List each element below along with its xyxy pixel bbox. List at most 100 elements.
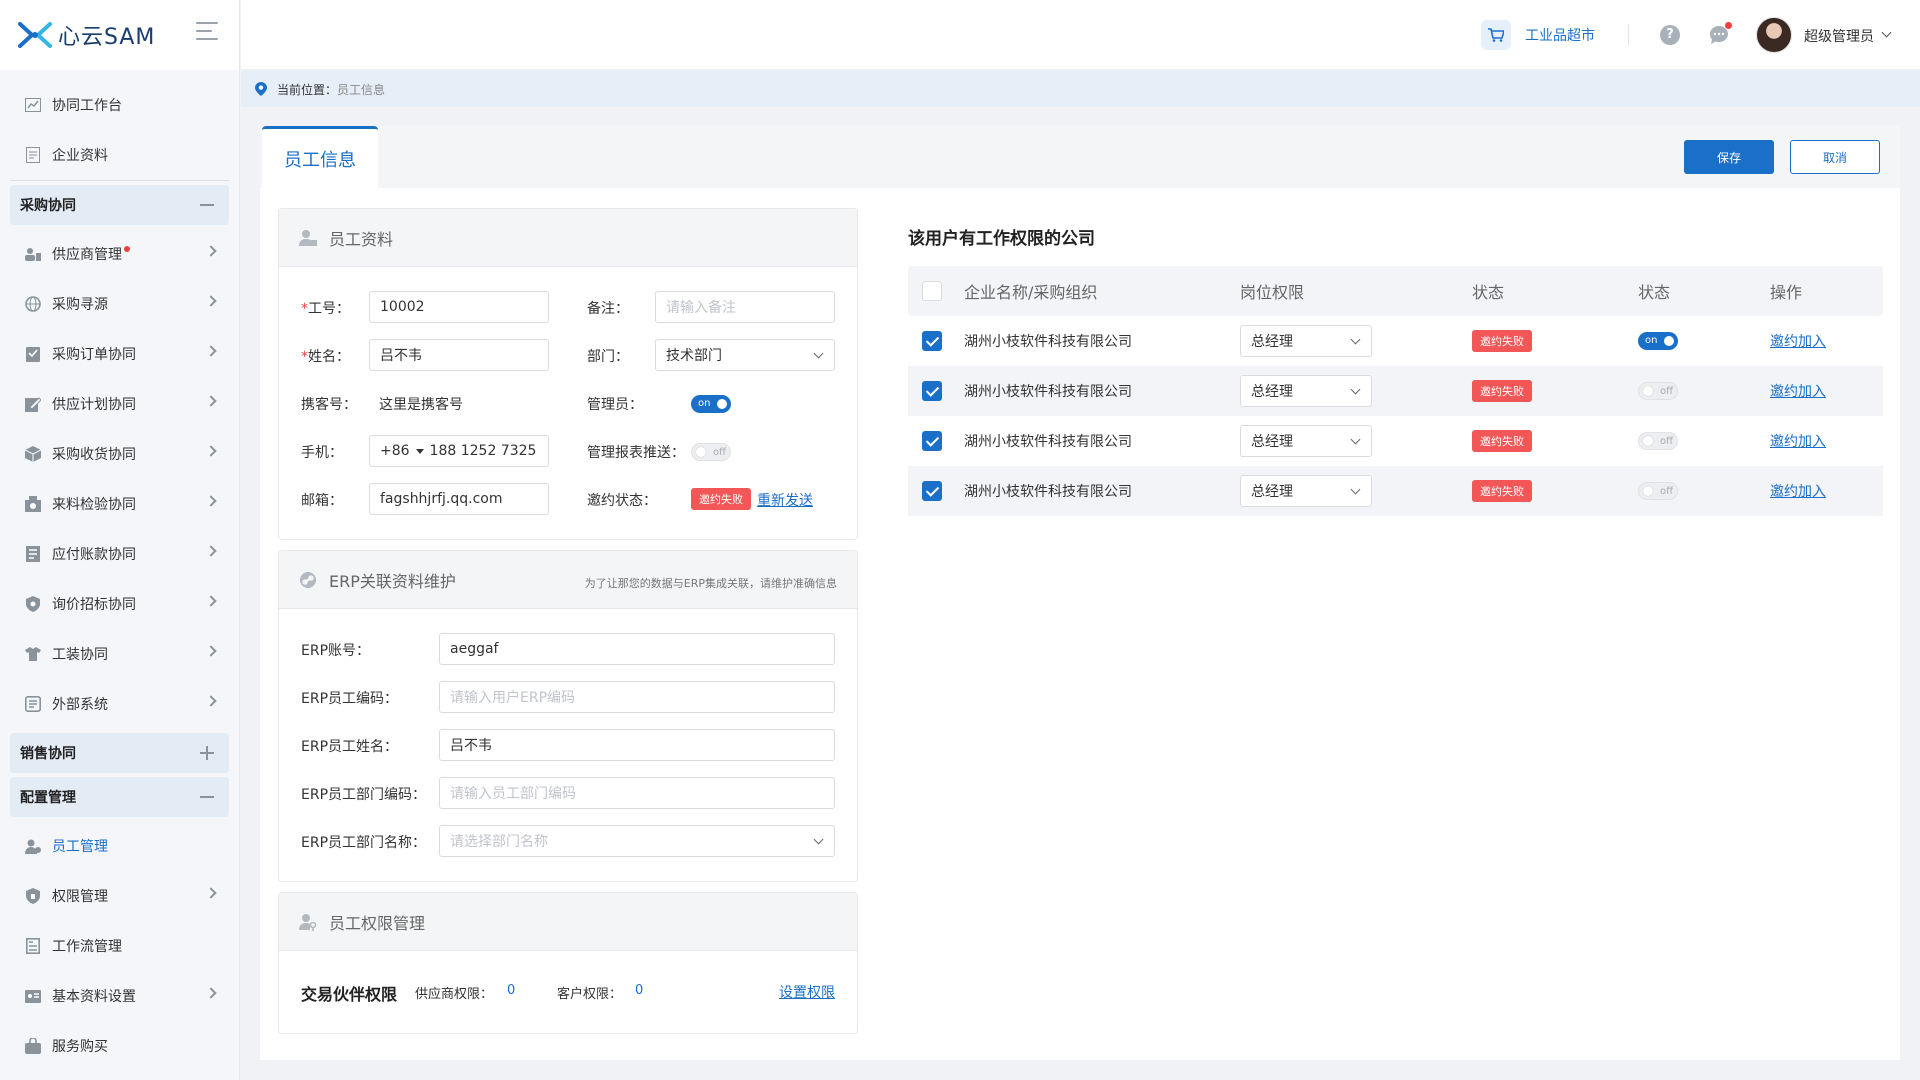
sidebar-item-workbench[interactable]: 协同工作台 [0, 80, 239, 130]
erp-dept-code-input[interactable]: 请输入员工部门编码 [439, 777, 835, 809]
sidebar-item-payables[interactable]: 应付账款协同 [0, 529, 239, 579]
role-value: 总经理 [1251, 384, 1293, 400]
phone-number: 188 1252 7325 [429, 443, 537, 459]
row-checkbox[interactable] [922, 481, 942, 501]
sidebar-item-permissions[interactable]: 权限管理 [0, 871, 239, 921]
sidebar-item-supply-plan[interactable]: 供应计划协同 [0, 379, 239, 429]
status-toggle[interactable]: on [1638, 332, 1678, 350]
sidebar-item-tooling[interactable]: 工装协同 [0, 629, 239, 679]
erp-account-field[interactable]: aeggaf [439, 633, 835, 665]
row-checkbox[interactable] [922, 381, 942, 401]
erp-code-label: ERP员工编码： [301, 691, 399, 707]
sidebar-item-employee[interactable]: 员工管理 [0, 821, 239, 871]
name-label-text: 姓名： [308, 349, 350, 365]
employee-icon [24, 837, 42, 855]
sidebar-item-external-system[interactable]: 外部系统 [0, 679, 239, 729]
sidebar-item-label: 来料检验协同 [52, 497, 136, 513]
company-name: 湖州小枝软件科技有限公司 [964, 384, 1132, 400]
role-value: 总经理 [1251, 434, 1293, 450]
partner-permission-label: 交易伙伴权限 [301, 985, 398, 1004]
email-field[interactable]: fagshhjrfj.qq.com [369, 483, 549, 515]
column-header: 岗位权限 [1240, 283, 1305, 302]
message-icon[interactable] [1709, 22, 1732, 45]
sidebar-item-label: 员工管理 [52, 839, 108, 855]
invite-status-badge: 邀约失败 [1472, 480, 1532, 502]
set-permission-link[interactable]: 设置权限 [779, 982, 835, 1002]
industrial-market-link[interactable]: 工业品超市 [1481, 20, 1595, 50]
role-select[interactable]: 总经理 [1240, 425, 1372, 457]
role-cell: 总经理 [1240, 366, 1372, 416]
erp-name-field[interactable]: 吕不韦 [439, 729, 835, 761]
row-checkbox[interactable] [922, 331, 942, 351]
row-select-cell [922, 366, 942, 416]
remark-input[interactable]: 请输入备注 [655, 291, 835, 323]
invite-join-link[interactable]: 邀约加入 [1770, 431, 1826, 451]
shield-icon [24, 595, 42, 613]
sidebar-item-inspection[interactable]: 来料检验协同 [0, 479, 239, 529]
name-field[interactable]: 吕不韦 [369, 339, 549, 371]
role-select[interactable]: 总经理 [1240, 475, 1372, 507]
chevron-down-icon[interactable] [1881, 27, 1892, 38]
avatar[interactable] [1756, 17, 1792, 53]
breadcrumb-current: 员工信息 [337, 82, 386, 97]
sidebar-item-label: 外部系统 [52, 697, 108, 713]
invite-join-link[interactable]: 邀约加入 [1770, 331, 1826, 351]
help-icon[interactable]: ? [1660, 25, 1680, 45]
save-button[interactable]: 保存 [1684, 140, 1774, 174]
phone-field[interactable]: +86 188 1252 7325 [369, 435, 549, 467]
cancel-button[interactable]: 取消 [1790, 140, 1880, 174]
sidebar-item-purchase-order[interactable]: 采购订单协同 [0, 329, 239, 379]
report-push-label: 管理报表推送： [587, 445, 685, 461]
status-toggle[interactable]: off [1638, 482, 1678, 500]
erp-dept-code-label: ERP员工部门编码： [301, 787, 427, 803]
sidebar-group-sales[interactable]: 销售协同 [10, 733, 229, 773]
guest-id-value: 这里是携客号 [379, 397, 463, 413]
erp-code-input[interactable]: 请输入用户ERP编码 [439, 681, 835, 713]
sidebar-item-supplier[interactable]: 供应商管理 [0, 229, 239, 279]
invite-join-link[interactable]: 邀约加入 [1770, 481, 1826, 501]
row-select-cell [922, 316, 942, 366]
sidebar-group-purchase[interactable]: 采购协同 [10, 185, 229, 225]
sidebar-item-receiving[interactable]: 采购收货协同 [0, 429, 239, 479]
sidebar-item-service-purchase[interactable]: 服务购买 [0, 1021, 239, 1071]
action-cell: 邀约加入 [1770, 316, 1826, 366]
sidebar-item-company-profile[interactable]: 企业资料 [0, 130, 239, 180]
chevron-right-icon [205, 395, 217, 407]
select-all-checkbox[interactable] [922, 281, 942, 301]
chevron-right-icon [205, 295, 217, 307]
chevron-down-icon [1350, 334, 1361, 345]
department-select[interactable]: 技术部门 [655, 339, 835, 371]
department-value: 技术部门 [666, 348, 722, 364]
status-toggle[interactable]: off [1638, 382, 1678, 400]
report-push-toggle[interactable]: off [691, 443, 731, 461]
role-select[interactable]: 总经理 [1240, 375, 1372, 407]
erp-dept-name-select[interactable]: 请选择部门名称 [439, 825, 835, 857]
sidebar-item-bidding[interactable]: 询价招标协同 [0, 579, 239, 629]
resend-link[interactable]: 重新发送 [757, 490, 813, 510]
phone-country-code[interactable]: +86 [380, 443, 410, 459]
erp-dept-name-placeholder: 请选择部门名称 [450, 834, 548, 850]
row-checkbox[interactable] [922, 431, 942, 451]
sidebar-item-label: 企业资料 [52, 148, 108, 164]
invite-join-link[interactable]: 邀约加入 [1770, 381, 1826, 401]
invite-cell: 邀约失败 [1472, 416, 1532, 466]
admin-toggle[interactable]: on [691, 395, 731, 413]
employee-id-field[interactable]: 10002 [369, 291, 549, 323]
sidebar-item-basic-settings[interactable]: 基本资料设置 [0, 971, 239, 1021]
table-header: 企业名称/采购组织 岗位权限 状态 状态 操作 [908, 266, 1883, 316]
status-toggle[interactable]: off [1638, 432, 1678, 450]
top-bar: 工业品超市 ? 超级管理员 [241, 0, 1920, 70]
user-name[interactable]: 超级管理员 [1804, 26, 1874, 46]
table-row: 湖州小枝软件科技有限公司 总经理 邀约失败 on 邀约加入 [908, 316, 1883, 366]
sidebar: 心云SAM 协同工作台 企业资料 采购协同 供应商管理 采购寻源 采购订单协同 … [0, 0, 240, 1080]
invite-status-label: 邀约状态： [587, 493, 657, 509]
tab-employee-info[interactable]: 员工信息 [262, 126, 378, 188]
sidebar-group-config[interactable]: 配置管理 [10, 777, 229, 817]
menu-toggle-icon[interactable] [196, 22, 218, 42]
role-select[interactable]: 总经理 [1240, 325, 1372, 357]
sidebar-item-sourcing[interactable]: 采购寻源 [0, 279, 239, 329]
breadcrumb-prefix: 当前位置： [277, 82, 338, 97]
companies-table: 企业名称/采购组织 岗位权限 状态 状态 操作 湖州小枝软件科技有限公司 总经理邀… [908, 266, 1883, 516]
chevron-right-icon [205, 445, 217, 457]
sidebar-item-workflow[interactable]: 工作流管理 [0, 921, 239, 971]
